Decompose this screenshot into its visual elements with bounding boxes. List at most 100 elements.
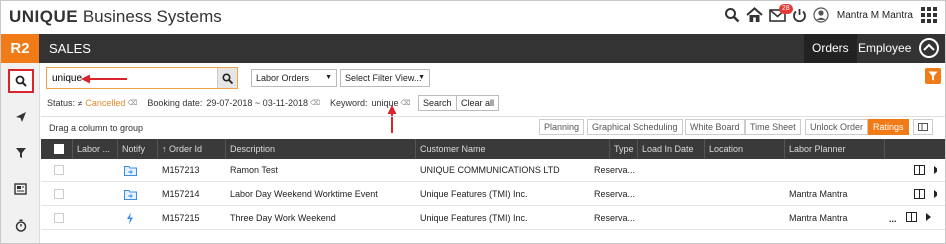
annotation-arrow-left: [81, 74, 127, 84]
brand-logo: UNIQUE Business Systems: [9, 7, 222, 26]
customer-cell: UNIQUE COMMUNICATIONS LTD: [420, 165, 560, 175]
filter-view-select[interactable]: Select Filter View... ▼: [340, 69, 430, 87]
stopwatch-icon: [15, 219, 26, 232]
select-all-checkbox[interactable]: [54, 144, 64, 154]
filter-toggle-button[interactable]: [925, 68, 941, 84]
home-icon[interactable]: [746, 7, 763, 23]
booking-date-value: 29-07-2018 ~ 03-11-2018: [206, 98, 309, 108]
mail-icon[interactable]: 28: [769, 4, 793, 22]
rail-search-button[interactable]: [8, 69, 34, 93]
remove-tag-icon[interactable]: ⌫: [127, 99, 137, 107]
col-header-type[interactable]: Type: [610, 139, 638, 159]
planner-cell: [785, 159, 885, 182]
order-id-cell: M157213: [162, 165, 200, 175]
notify-cell[interactable]: [120, 159, 158, 182]
newspaper-icon: [14, 183, 27, 195]
planning-button[interactable]: Planning: [539, 119, 585, 135]
split-view-icon[interactable]: [913, 189, 925, 199]
type-cell: Reserva...: [594, 213, 636, 223]
chevron-up-icon: [923, 43, 935, 51]
row-actions: [897, 183, 937, 206]
notify-cell[interactable]: [120, 183, 158, 206]
page-title: SALES: [49, 41, 91, 56]
description-cell: Ramon Test: [230, 165, 278, 175]
not-equal-icon: ≠: [78, 98, 83, 108]
col-header-load-in-date[interactable]: Load In Date: [638, 139, 705, 159]
table-header: Labor ... Notify ↑ Order Id Description …: [41, 139, 945, 159]
rail-filter-button[interactable]: [1, 135, 40, 171]
col-header-actions: [885, 139, 945, 159]
table-row[interactable]: M157215 Three Day Work Weekend Unique Fe…: [41, 207, 945, 230]
time-sheet-button[interactable]: Time Sheet: [745, 119, 801, 135]
row-actions: ...: [885, 207, 941, 230]
left-rail: [1, 63, 40, 243]
customer-cell: Unique Features (TMI) Inc.: [420, 213, 528, 223]
col-header-labor[interactable]: Labor ...: [73, 139, 118, 159]
split-view-icon[interactable]: [913, 165, 925, 175]
r2-logo[interactable]: R2: [1, 34, 39, 63]
tab-orders[interactable]: Orders: [804, 34, 857, 63]
planner-cell: Mantra Mantra: [789, 213, 848, 223]
power-icon[interactable]: [792, 8, 807, 23]
table-row[interactable]: M157214 Labor Day Weekend Worktime Event…: [41, 183, 945, 206]
header-actions: 28 Mantra M Mantra: [724, 4, 937, 23]
col-header-description[interactable]: Description: [226, 139, 416, 159]
row-checkbox[interactable]: [54, 213, 64, 223]
user-name[interactable]: Mantra M Mantra: [837, 10, 913, 21]
tab-employee[interactable]: Employee: [850, 34, 919, 63]
row-checkbox[interactable]: [54, 189, 64, 199]
description-cell: Three Day Work Weekend: [230, 213, 336, 223]
top-header: UNIQUE Business Systems 28 Mantra M Mant…: [1, 1, 945, 34]
type-cell: Reserva...: [594, 189, 636, 199]
graphical-scheduling-button[interactable]: Graphical Scheduling: [587, 119, 683, 135]
row-checkbox[interactable]: [54, 165, 64, 175]
notification-badge: 28: [778, 4, 793, 14]
split-view-icon[interactable]: [905, 212, 917, 222]
col-header-customer-name[interactable]: Customer Name: [416, 139, 610, 159]
white-board-button[interactable]: White Board: [685, 119, 745, 135]
col-header-labor-planner[interactable]: Labor Planner: [785, 139, 885, 159]
description-cell: Labor Day Weekend Worktime Event: [230, 189, 378, 199]
labor-orders-select[interactable]: Labor Orders ▼: [251, 69, 337, 87]
ratings-button[interactable]: Ratings: [868, 119, 909, 135]
order-id-cell: M157214: [162, 189, 200, 199]
type-cell: Reserva...: [594, 165, 636, 175]
column-chooser-button[interactable]: [913, 119, 933, 135]
rail-news-button[interactable]: [1, 171, 40, 207]
unlock-order-button[interactable]: Unlock Order: [805, 119, 869, 135]
rail-timer-button[interactable]: [1, 207, 40, 243]
dropdown-caret-icon: ▼: [418, 74, 425, 81]
notify-cell[interactable]: [122, 207, 158, 230]
order-id-cell: M157215: [162, 213, 200, 223]
apps-grid-icon[interactable]: [921, 7, 937, 23]
folder-icon: [124, 190, 137, 200]
rail-send-button[interactable]: [1, 99, 40, 135]
planner-cell: Mantra Mantra: [789, 189, 848, 199]
lightning-icon: [127, 212, 133, 225]
folder-icon: [124, 166, 137, 176]
expand-row-icon[interactable]: [933, 189, 937, 199]
send-icon: [15, 112, 26, 122]
filter-icon: [15, 148, 26, 158]
clear-all-button[interactable]: Clear all: [456, 95, 500, 111]
avatar-icon[interactable]: [813, 7, 829, 23]
table-row[interactable]: M157213 Ramon Test UNIQUE COMMUNICATIONS…: [41, 159, 945, 182]
active-filters: Status: ≠ Cancelled ⌫ Booking date: 29-0…: [47, 98, 411, 108]
remove-tag-icon[interactable]: ⌫: [310, 99, 320, 107]
col-header-location[interactable]: Location: [705, 139, 785, 159]
search-submit-button[interactable]: [217, 68, 237, 88]
columns-icon: [918, 123, 928, 131]
search-input[interactable]: [52, 71, 212, 85]
col-header-order-id[interactable]: ↑ Order Id: [158, 139, 226, 159]
more-actions[interactable]: ...: [889, 214, 903, 224]
search-field: [46, 67, 238, 89]
search-icon[interactable]: [724, 7, 740, 23]
col-header-notify[interactable]: Notify: [118, 139, 158, 159]
app-window: UNIQUE Business Systems 28 Mantra M Mant…: [0, 0, 946, 244]
expand-row-icon[interactable]: [933, 165, 937, 175]
collapse-button[interactable]: [919, 38, 939, 58]
remove-tag-icon[interactable]: ⌫: [401, 99, 411, 107]
search-button[interactable]: Search: [418, 95, 457, 111]
expand-row-icon[interactable]: [925, 212, 933, 222]
sort-asc-icon: ↑: [162, 144, 167, 154]
